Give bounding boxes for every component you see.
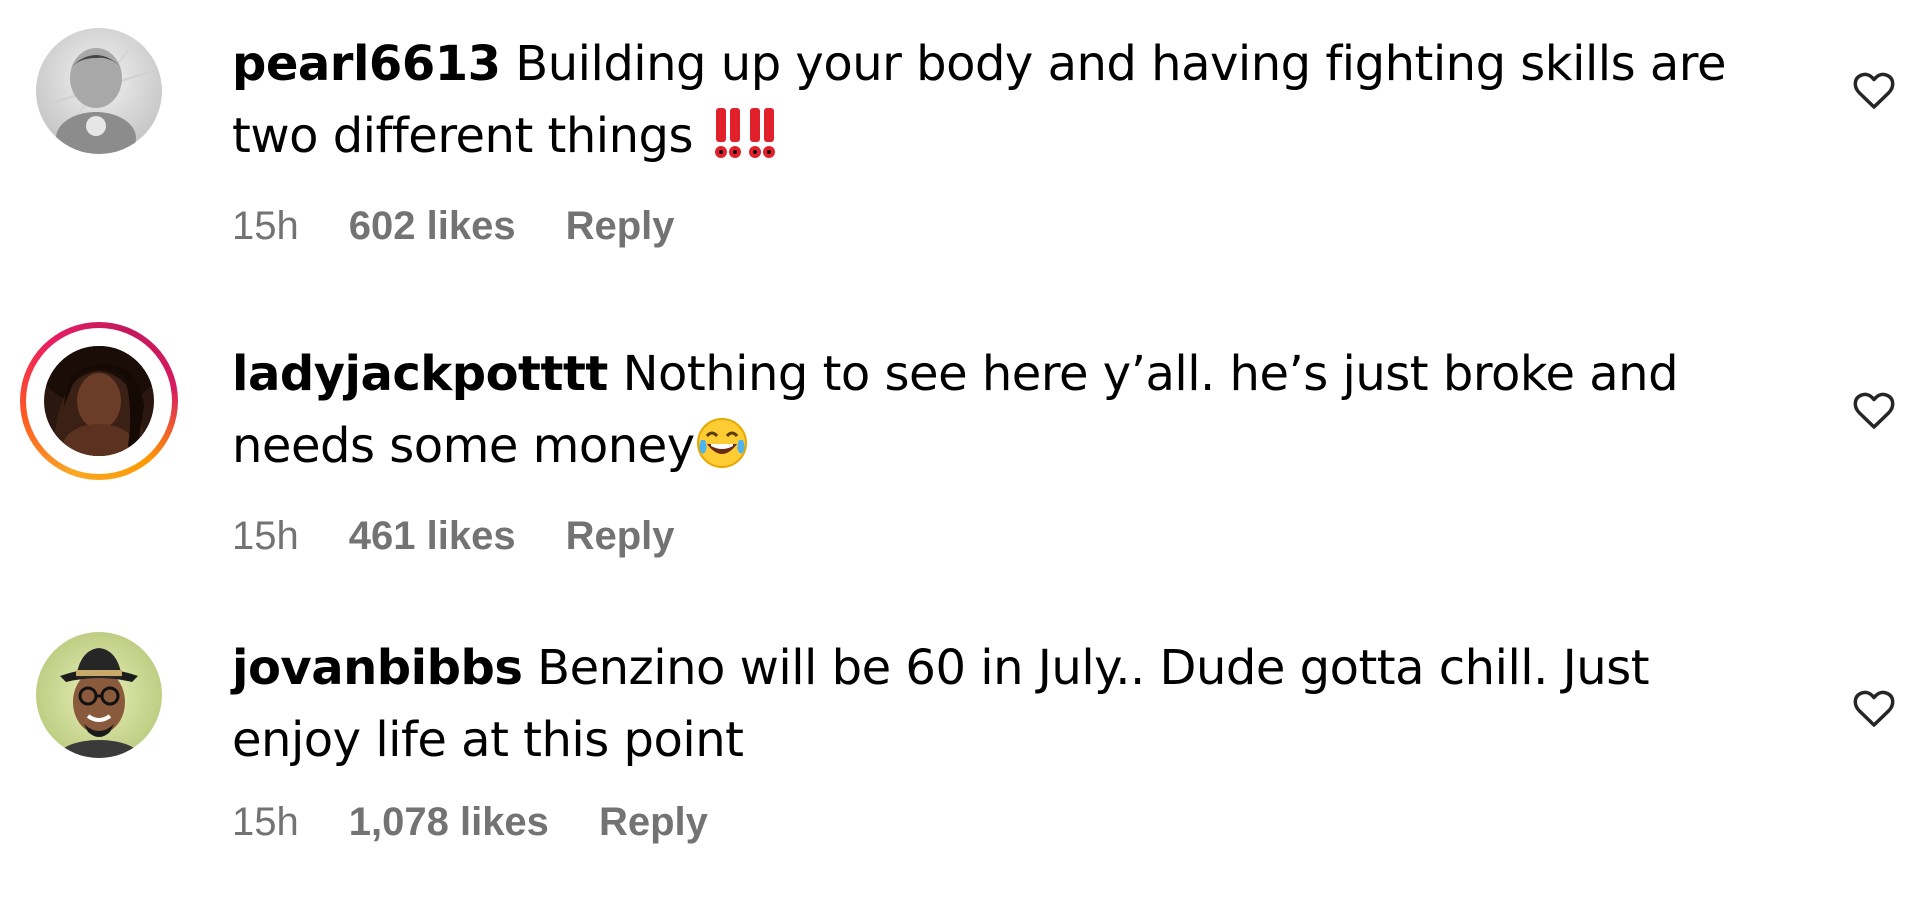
user-avatar-icon: [36, 632, 162, 758]
comment-likes-count[interactable]: 461 likes: [349, 514, 516, 559]
double-exclamation-icon: [714, 106, 778, 180]
comment-text-line: jovanbibbs Benzino will be 60 in July.. …: [232, 632, 1792, 776]
comment-likes-count[interactable]: 1,078 likes: [349, 800, 549, 845]
heart-icon[interactable]: [1850, 66, 1898, 114]
comment-timestamp[interactable]: 15h: [232, 800, 299, 845]
comment-meta: 15h 602 likes Reply: [232, 204, 1792, 249]
comment-timestamp[interactable]: 15h: [232, 514, 299, 559]
avatar[interactable]: [36, 28, 162, 154]
user-avatar-icon: [44, 346, 154, 456]
reply-button[interactable]: Reply: [566, 514, 675, 559]
reply-button[interactable]: Reply: [599, 800, 708, 845]
avatar[interactable]: [20, 322, 178, 480]
comment-text-line: ladyjackpotttt Nothing to see here y’all…: [232, 338, 1792, 490]
comment-likes-count[interactable]: 602 likes: [349, 204, 516, 249]
heart-icon[interactable]: [1850, 684, 1898, 732]
comment-username[interactable]: jovanbibbs: [232, 640, 523, 696]
comment-body: ladyjackpotttt Nothing to see here y’all…: [232, 338, 1792, 559]
heart-icon[interactable]: [1850, 386, 1898, 434]
comment-meta: 15h 461 likes Reply: [232, 514, 1792, 559]
avatar[interactable]: [36, 632, 162, 758]
comment-username[interactable]: pearl6613: [232, 36, 501, 92]
comment-username[interactable]: ladyjackpotttt: [232, 346, 608, 402]
comment-timestamp[interactable]: 15h: [232, 204, 299, 249]
comment-body: pearl6613 Building up your body and havi…: [232, 28, 1792, 249]
comment-meta: 15h 1,078 likes Reply: [232, 800, 1792, 845]
user-avatar-icon: [36, 28, 162, 154]
comment-text-line: pearl6613 Building up your body and havi…: [232, 28, 1792, 180]
laughing-tears-emoji-icon: [695, 416, 749, 490]
comment-body: jovanbibbs Benzino will be 60 in July.. …: [232, 632, 1792, 845]
reply-button[interactable]: Reply: [566, 204, 675, 249]
